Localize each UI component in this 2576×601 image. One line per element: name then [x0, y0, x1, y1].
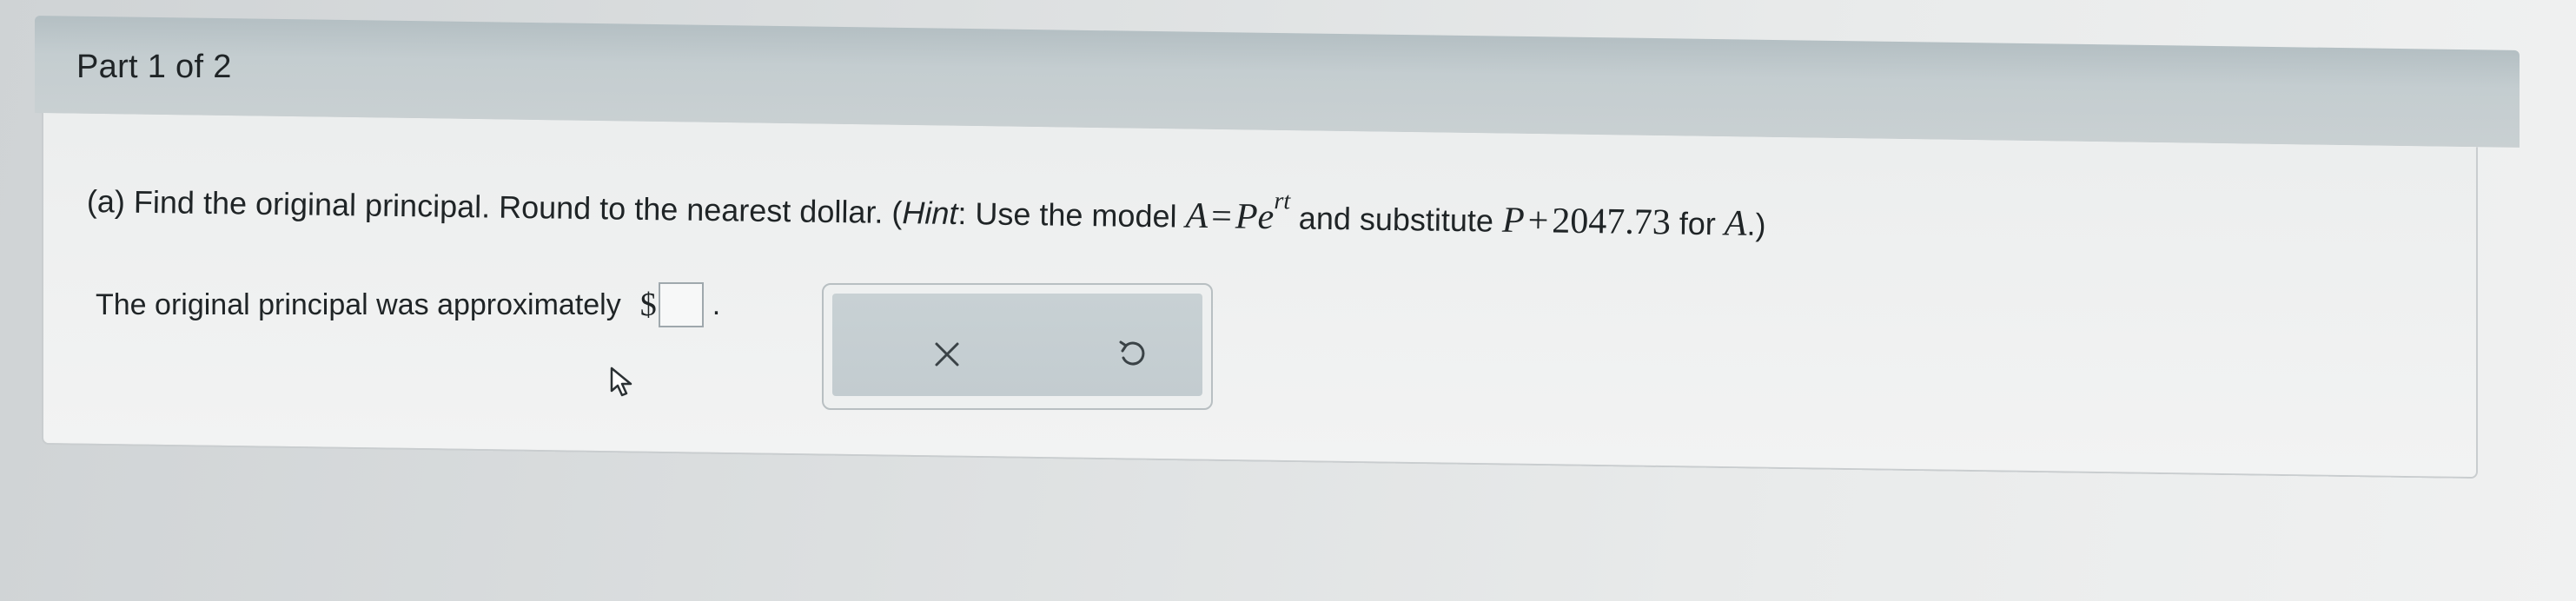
action-box	[822, 283, 1213, 410]
substitute-text: and substitute	[1289, 200, 1503, 239]
for-A: A	[1724, 203, 1747, 244]
undo-icon	[1119, 340, 1145, 366]
formula-exponent: rt	[1274, 188, 1291, 215]
formula-A: A	[1185, 195, 1209, 237]
for-text: for	[1670, 205, 1725, 242]
formula-equals: =	[1210, 196, 1233, 237]
clear-button[interactable]	[923, 330, 971, 379]
substitute-expression: P+2047.73	[1502, 201, 1671, 243]
close-icon	[935, 342, 959, 367]
part-label: Part 1 of 2	[76, 49, 232, 85]
model-formula: A=Pert	[1185, 188, 1290, 238]
answer-input[interactable]	[658, 282, 704, 327]
question-suffix: .)	[1746, 206, 1766, 242]
answer-label: The original principal was approximately	[96, 287, 621, 321]
mouse-pointer-icon	[608, 365, 638, 404]
formula-P: P	[1235, 196, 1258, 237]
hint-word: Hint	[902, 195, 958, 231]
action-toolbar	[832, 294, 1202, 396]
sub-value: 2047.73	[1552, 201, 1672, 243]
retry-button[interactable]	[1109, 330, 1157, 379]
hint-text: : Use the model	[957, 195, 1186, 234]
answer-period: .	[712, 287, 721, 321]
sub-P: P	[1501, 200, 1525, 241]
answer-line: The original principal was approximately…	[96, 282, 720, 327]
formula-e: e	[1257, 196, 1275, 238]
currency-symbol: $	[639, 287, 657, 323]
sub-plus: +	[1527, 201, 1549, 241]
